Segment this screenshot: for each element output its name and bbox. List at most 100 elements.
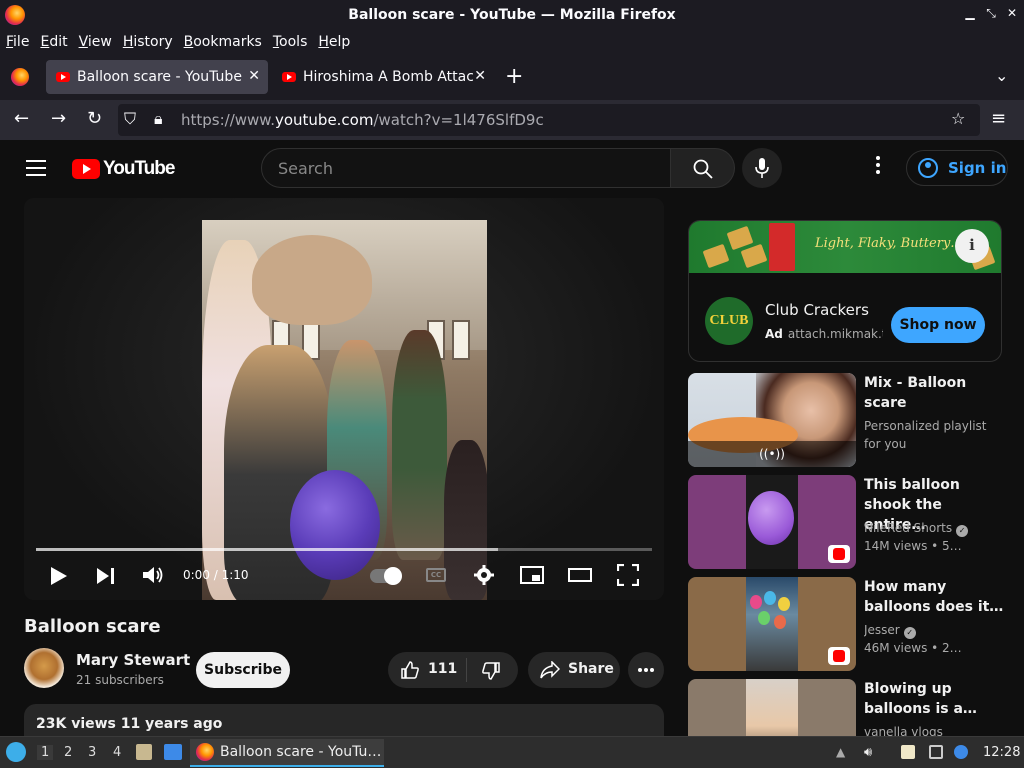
- close-window-icon[interactable]: ✕: [1004, 6, 1020, 20]
- sign-in-button[interactable]: Sign in: [906, 150, 1008, 186]
- search-button[interactable]: [671, 148, 735, 188]
- divider: [466, 658, 467, 682]
- video-player[interactable]: 0:00 / 1:10 CC: [24, 198, 664, 600]
- video-thumbnail[interactable]: [688, 679, 856, 736]
- shop-now-button[interactable]: Shop now: [891, 307, 985, 343]
- recommendation-item[interactable]: This balloon shook the entire… NileRed S…: [688, 475, 1008, 569]
- recommendation-item[interactable]: Blowing up balloons is a… vanella vlogs: [688, 679, 1008, 736]
- menu-view[interactable]: View: [79, 34, 112, 50]
- reload-icon[interactable]: ↻: [87, 108, 102, 129]
- balloon-graphic: [774, 615, 786, 629]
- recommendation-channel[interactable]: NileRed Shorts ✓: [864, 519, 1004, 537]
- video-frame[interactable]: [202, 220, 487, 600]
- purple-balloon: [748, 491, 794, 545]
- youtube-page: YouTube Search Sign in 0:00 / 1:10 CC Ba…: [0, 140, 1024, 736]
- captions-icon[interactable]: CC: [426, 568, 446, 582]
- more-actions-button[interactable]: [628, 652, 664, 688]
- autoplay-toggle[interactable]: [370, 567, 402, 585]
- balloon-graphic: [758, 611, 770, 625]
- app-launcher-icon[interactable]: [6, 742, 26, 762]
- recommendation-title[interactable]: Blowing up balloons is a…: [864, 679, 1004, 719]
- desktop-icon[interactable]: [164, 744, 182, 760]
- recommendation-item[interactable]: ((•)) Mix - Balloon scare Personalized p…: [688, 373, 1008, 467]
- recommendation-item[interactable]: How many balloons does it… Jesser ✓ 46M v…: [688, 577, 1008, 671]
- workspace-3[interactable]: 3: [88, 745, 96, 760]
- recommendation-title[interactable]: Mix - Balloon scare: [864, 373, 1004, 413]
- description-box[interactable]: 23K views 11 years ago: [24, 704, 664, 736]
- chevron-down-icon[interactable]: ⌄: [995, 66, 1008, 85]
- video-thumbnail[interactable]: ((•)): [688, 373, 856, 467]
- tab-balloon-scare[interactable]: Balloon scare - YouTube ✕: [46, 60, 268, 94]
- channel-name[interactable]: Mary Stewart: [76, 651, 190, 669]
- firefox-view-icon[interactable]: [11, 68, 29, 86]
- menu-bookmarks[interactable]: Bookmarks: [184, 34, 262, 50]
- gear-icon[interactable]: [474, 565, 494, 585]
- share-button[interactable]: Share: [528, 652, 620, 688]
- app-menu-icon[interactable]: ≡: [991, 108, 1006, 129]
- cracker-box-graphic: [769, 223, 795, 271]
- shield-icon[interactable]: ⛉: [124, 109, 136, 129]
- channel-avatar[interactable]: [24, 648, 64, 688]
- recommendation-title[interactable]: How many balloons does it…: [864, 577, 1004, 617]
- workspace-4[interactable]: 4: [113, 745, 121, 760]
- next-icon[interactable]: [96, 567, 116, 585]
- youtube-logo[interactable]: YouTube: [72, 158, 175, 180]
- boy-figure: [392, 330, 447, 560]
- video-thumbnail[interactable]: [688, 475, 856, 569]
- like-count[interactable]: 111: [428, 661, 457, 677]
- ad-banner[interactable]: Light, Flaky, Buttery… i: [689, 221, 1001, 273]
- url-text[interactable]: https://www.youtube.com/watch?v=1l476Slf…: [181, 111, 544, 129]
- maximize-icon[interactable]: ⤡: [983, 6, 999, 21]
- recommendation-channel[interactable]: Jesser ✓: [864, 621, 1004, 639]
- menu-edit[interactable]: Edit: [40, 34, 67, 50]
- minimize-icon[interactable]: ▁: [962, 6, 978, 20]
- menu-help[interactable]: Help: [318, 34, 350, 50]
- sponsored-ad-card[interactable]: Light, Flaky, Buttery… i CLUB Club Crack…: [688, 220, 1002, 362]
- progress-bar[interactable]: [36, 548, 652, 551]
- close-tab-icon[interactable]: ✕: [474, 68, 486, 84]
- file-manager-icon[interactable]: [136, 744, 152, 760]
- club-crackers-logo[interactable]: CLUB: [705, 297, 753, 345]
- menu-tools[interactable]: Tools: [273, 34, 308, 50]
- tray-up-arrow-icon[interactable]: ▲: [836, 745, 850, 759]
- info-icon[interactable]: i: [955, 229, 989, 263]
- time-display: 0:00 / 1:10: [183, 568, 249, 582]
- thumbs-up-icon[interactable]: [400, 660, 420, 680]
- clipboard-icon[interactable]: [901, 745, 915, 759]
- speaker-icon[interactable]: 🔊︎: [864, 745, 878, 760]
- miniplayer-icon[interactable]: [520, 566, 544, 584]
- channel-name: Jesser: [864, 623, 900, 637]
- play-icon[interactable]: [50, 566, 68, 586]
- notifications-icon[interactable]: [954, 745, 968, 759]
- new-tab-icon[interactable]: +: [505, 64, 523, 89]
- back-arrow-icon[interactable]: ←: [14, 108, 29, 129]
- bookmark-star-icon[interactable]: ☆: [951, 109, 965, 128]
- hamburger-menu-icon[interactable]: [26, 160, 46, 176]
- thumbs-down-icon[interactable]: [481, 661, 501, 681]
- lock-icon[interactable]: 🔒︎: [154, 109, 163, 129]
- tab-hiroshima[interactable]: Hiroshima A Bomb Attack ✕: [272, 60, 494, 94]
- voice-search-button[interactable]: [742, 148, 782, 188]
- youtube-favicon-icon: [56, 72, 70, 82]
- workspace-1[interactable]: 1: [37, 745, 54, 760]
- search-input[interactable]: Search: [261, 148, 671, 188]
- volume-icon[interactable]: [142, 565, 164, 585]
- youtube-favicon-icon: [282, 72, 296, 82]
- network-icon[interactable]: [929, 745, 943, 759]
- url-bar[interactable]: ⛉ 🔒︎ https://www.youtube.com/watch?v=1l4…: [118, 104, 980, 136]
- subscribe-button[interactable]: Subscribe: [196, 652, 290, 688]
- close-tab-icon[interactable]: ✕: [248, 68, 260, 84]
- settings-kebab-icon[interactable]: [868, 156, 888, 180]
- workspace-2[interactable]: 2: [64, 745, 72, 760]
- taskbar-firefox-window[interactable]: Balloon scare - YouTu…: [190, 739, 384, 767]
- menu-file[interactable]: File: [6, 34, 29, 50]
- screen: Balloon scare - YouTube — Mozilla Firefo…: [0, 0, 1024, 768]
- video-thumbnail[interactable]: [688, 577, 856, 671]
- menu-history[interactable]: History: [123, 34, 173, 50]
- ad-brand-name[interactable]: Club Crackers: [765, 301, 869, 319]
- theater-mode-icon[interactable]: [568, 566, 592, 584]
- forward-arrow-icon[interactable]: →: [51, 108, 66, 129]
- recommendation-channel[interactable]: vanella vlogs: [864, 723, 1004, 736]
- verified-icon: ✓: [956, 525, 969, 537]
- fullscreen-icon[interactable]: [617, 564, 639, 586]
